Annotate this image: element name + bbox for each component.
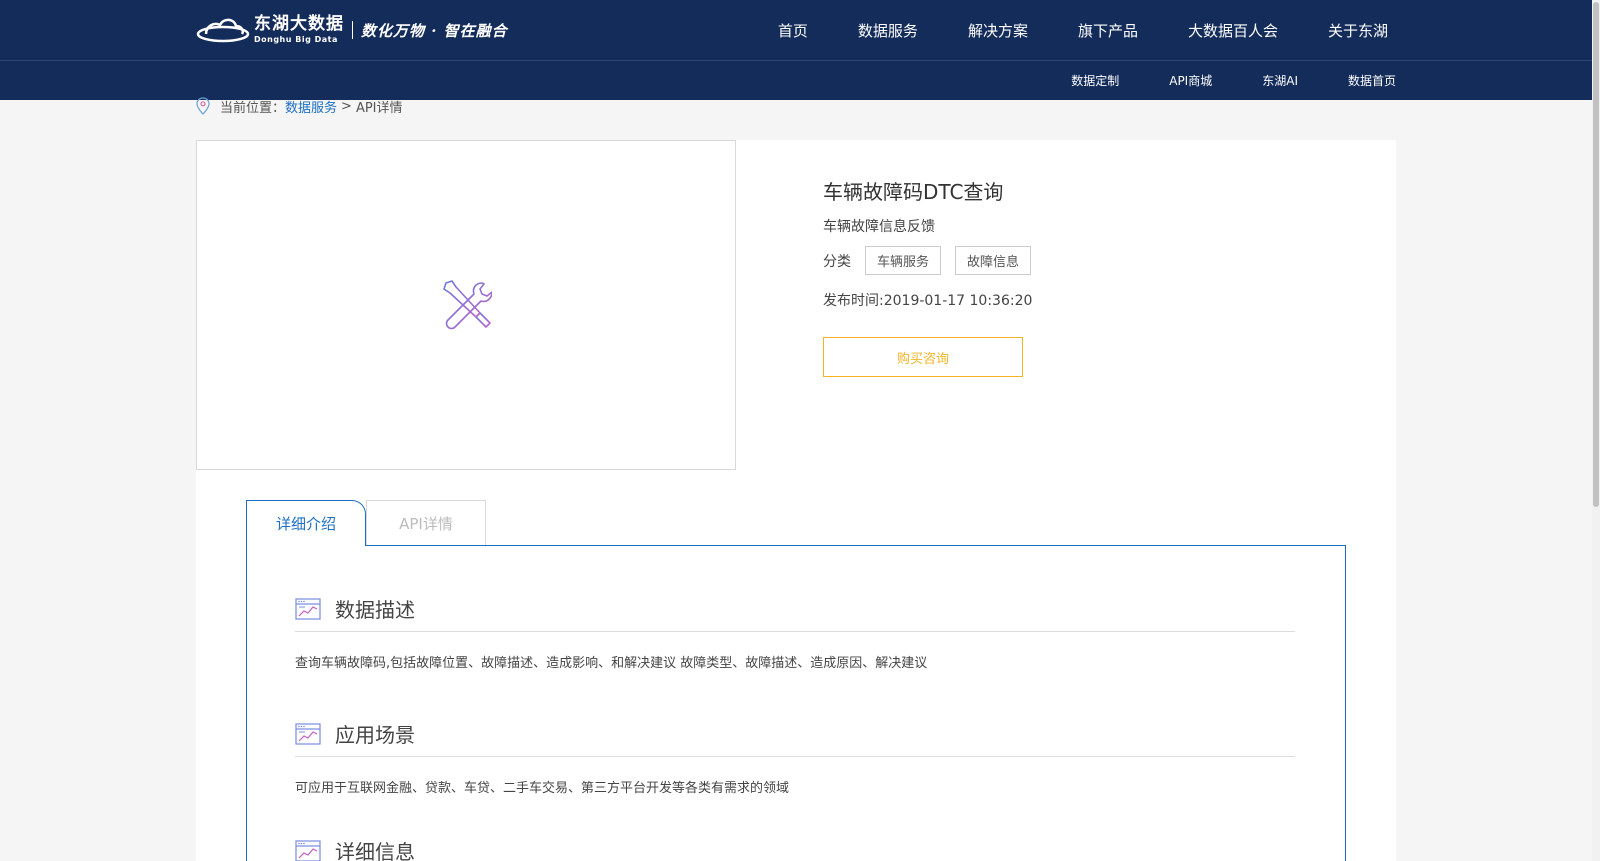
logo-slogan: 数化万物 · 智在融合 (361, 21, 508, 40)
section-data-description: 数据描述 查询车辆故障码,包括故障位置、故障描述、造成影响、和解决建议 故障类型… (295, 594, 1295, 671)
product-category: 分类 车辆服务 故障信息 (823, 246, 1032, 275)
section-title: 详细信息 (335, 840, 415, 861)
nav-solutions[interactable]: 解决方案 (968, 20, 1028, 41)
breadcrumb-separator: > (341, 98, 352, 114)
buy-consult-button[interactable]: 购买咨询 (823, 337, 1023, 377)
tabs-panel: 详细介绍 API详情 数据描述 查询车辆故障码,包括故障位置、故障描述、造成影响… (196, 470, 1396, 861)
logo-separator (352, 21, 353, 39)
product-title: 车辆故障码DTC查询 (823, 180, 1004, 204)
nav-products[interactable]: 旗下产品 (1078, 20, 1138, 41)
logo-text: 东湖大数据 Donghu Big Data (254, 16, 344, 44)
section-header: 详细信息 (295, 836, 1295, 861)
tab-detail-intro[interactable]: 详细介绍 (246, 500, 366, 546)
product-subtitle: 车辆故障信息反馈 (823, 219, 935, 235)
section-title: 应用场景 (335, 723, 415, 747)
nav-data-service[interactable]: 数据服务 (858, 20, 918, 41)
main-nav: 首页 数据服务 解决方案 旗下产品 大数据百人会 关于东湖 (728, 0, 1388, 60)
publish-time: 发布时间:2019-01-17 10:36:20 (823, 293, 1033, 309)
subnav-data-custom[interactable]: 数据定制 (1071, 72, 1119, 89)
subnav-data-home[interactable]: 数据首页 (1348, 72, 1396, 89)
product-image (196, 140, 736, 470)
nav-about[interactable]: 关于东湖 (1328, 20, 1388, 41)
tab-api-detail[interactable]: API详情 (366, 500, 486, 546)
scrollbar-thumb[interactable] (1593, 2, 1599, 507)
section-title: 数据描述 (335, 598, 415, 622)
logo-cn: 东湖大数据 (254, 14, 344, 34)
logo-en: Donghu Big Data (254, 35, 338, 44)
tag-vehicle-service[interactable]: 车辆服务 (865, 246, 942, 275)
sub-nav: 数据定制 API商城 东湖AI 数据首页 (1021, 60, 1396, 100)
logo[interactable]: 东湖大数据 Donghu Big Data 数化万物 · 智在融合 (196, 14, 508, 46)
tag-fault-info[interactable]: 故障信息 (955, 246, 1032, 275)
section-header: 数据描述 (295, 594, 1295, 632)
breadcrumb-link-data-service[interactable]: 数据服务 (285, 97, 337, 116)
chart-window-icon (295, 597, 321, 620)
breadcrumb-current: API详情 (355, 100, 403, 116)
top-header: 东湖大数据 Donghu Big Data 数化万物 · 智在融合 首页 数据服… (0, 0, 1592, 60)
breadcrumb: 当前位置： 数据服务 > API详情 (196, 97, 403, 116)
subnav-donghu-ai[interactable]: 东湖AI (1262, 72, 1298, 89)
chart-window-icon (295, 722, 321, 745)
category-label: 分类 (823, 253, 851, 270)
subnav-api-mall[interactable]: API商城 (1169, 72, 1212, 89)
scrollbar-track[interactable] (1592, 0, 1600, 861)
chart-window-icon (295, 839, 321, 861)
location-pin-icon (196, 97, 210, 115)
nav-big-data-club[interactable]: 大数据百人会 (1188, 20, 1278, 41)
tools-icon (443, 280, 492, 330)
cloud-logo-icon (196, 18, 250, 43)
section-application-scenario: 应用场景 可应用于互联网金融、贷款、车贷、二手车交易、第三方平台开发等各类有需求… (295, 719, 1295, 796)
breadcrumb-prefix: 当前位置： (220, 100, 286, 116)
product-card: 车辆故障码DTC查询 车辆故障信息反馈 分类 车辆服务 故障信息 发布时间:20… (196, 140, 1396, 470)
section-text: 查询车辆故障码,包括故障位置、故障描述、造成影响、和解决建议 故障类型、故障描述… (295, 656, 928, 671)
nav-home[interactable]: 首页 (778, 20, 808, 41)
tab-content: 数据描述 查询车辆故障码,包括故障位置、故障描述、造成影响、和解决建议 故障类型… (246, 545, 1346, 861)
section-header: 应用场景 (295, 719, 1295, 757)
section-text: 可应用于互联网金融、贷款、车贷、二手车交易、第三方平台开发等各类有需求的领域 (295, 781, 790, 796)
section-detail-info: 详细信息 (295, 836, 1295, 861)
